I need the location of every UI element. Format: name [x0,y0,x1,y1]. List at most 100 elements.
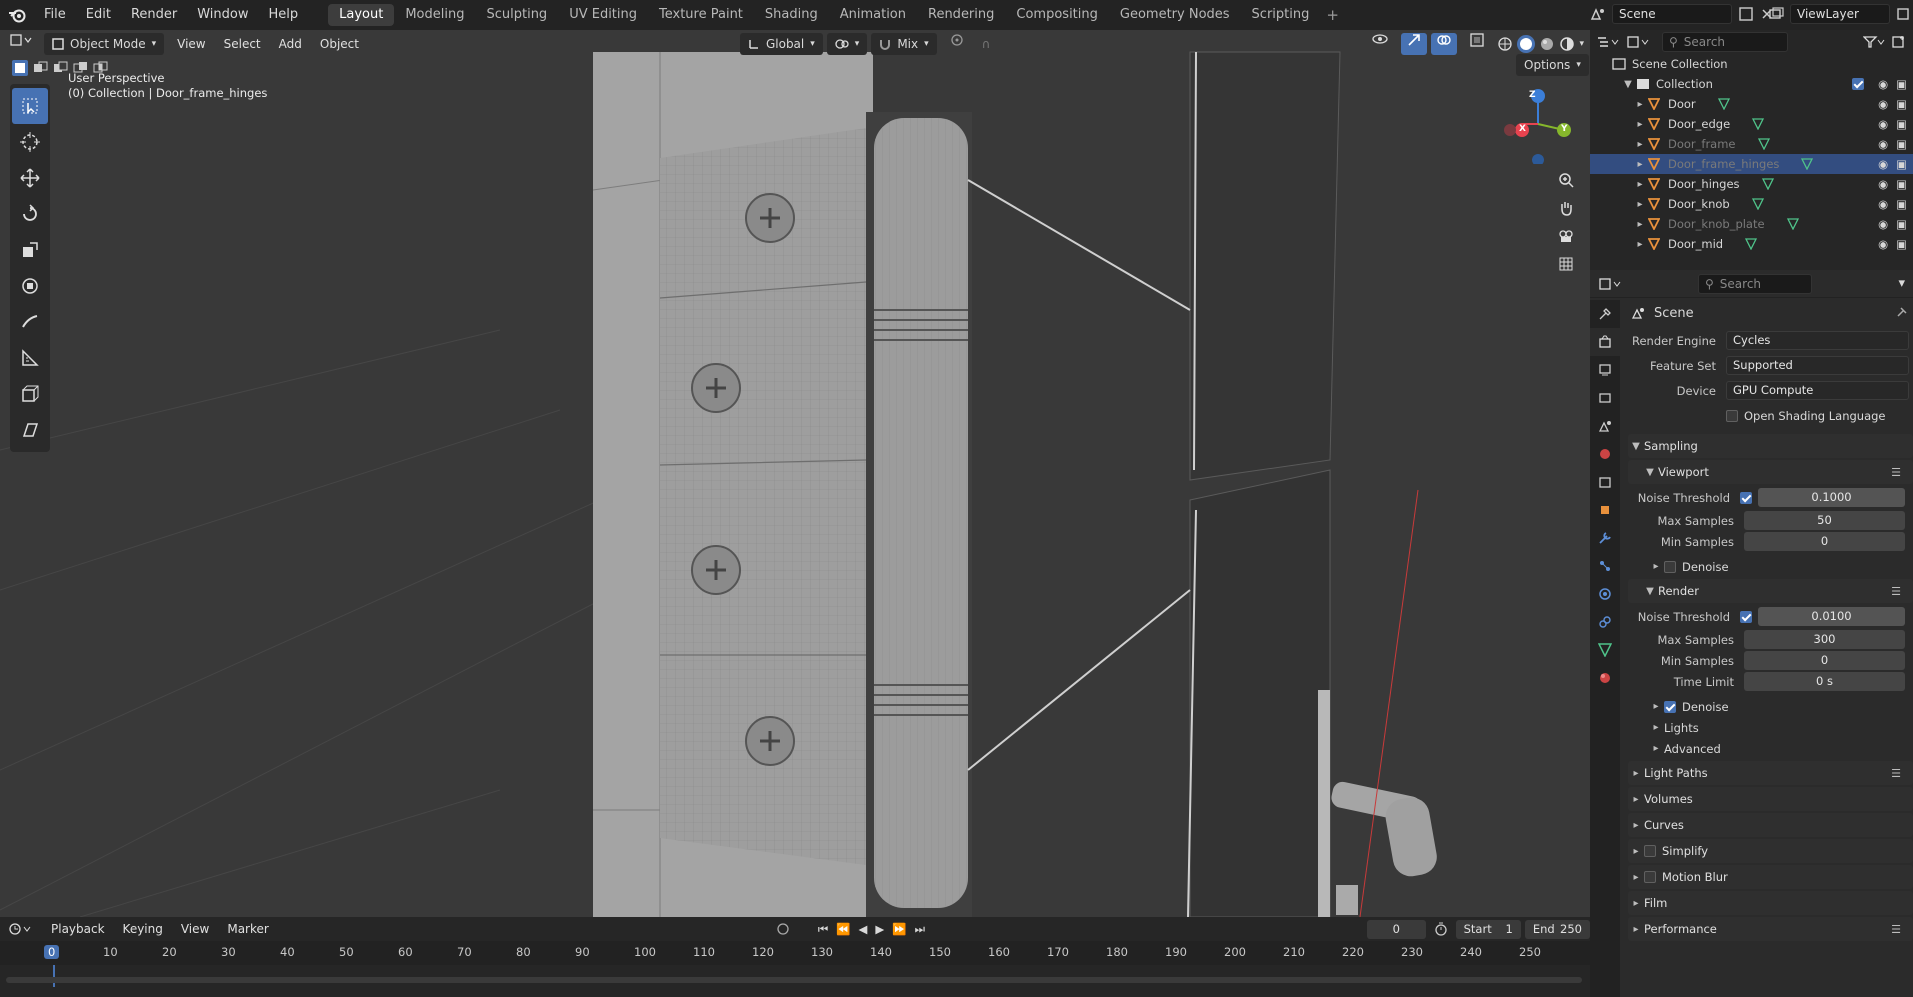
falloff-icon[interactable]: ∩ [973,33,1000,55]
annotate-tool[interactable] [10,304,50,340]
outliner-item-door-frame[interactable]: ▸ Door_frame ◉ ▣ [1590,134,1913,154]
new-view-layer-icon[interactable] [1896,7,1910,21]
measure-tool[interactable] [10,340,50,376]
viewport-denoise-row[interactable]: ▸ Denoise [1628,556,1913,577]
zoom-icon[interactable] [1552,166,1580,194]
proportional-edit-icon[interactable] [941,33,973,55]
mesh-data-icon[interactable] [1757,138,1770,150]
add-workspace-button[interactable]: + [1320,6,1345,24]
chevron-down-icon[interactable]: ▼ [1620,79,1636,90]
outliner-item-door-mid[interactable]: ▸ Door_mid ◉ ▣ [1590,234,1913,254]
properties-editor-icon[interactable] [1598,277,1624,291]
menu-window[interactable]: Window [187,0,258,30]
pin-icon[interactable] [1895,307,1907,319]
scale-tool[interactable] [10,232,50,268]
chevron-right-icon[interactable]: ▸ [1632,119,1648,130]
presets-list-icon[interactable]: ☰ [1891,923,1901,936]
properties-search-input[interactable]: ⚲ Search [1698,273,1812,294]
menu-add[interactable]: Add [270,33,311,55]
end-frame-field[interactable]: End 250 [1524,919,1590,939]
menu-view[interactable]: View [168,33,214,55]
camera-icon[interactable]: ▣ [1896,157,1907,171]
eye-icon[interactable]: ◉ [1878,157,1888,171]
viewport-max-samples-field[interactable]: 50 [1744,511,1905,530]
motion-blur-panel[interactable]: ▸ Motion Blur [1628,865,1913,889]
simplify-checkbox[interactable] [1644,845,1656,857]
viewport-subpanel-header[interactable]: ▼ Viewport ☰ [1628,460,1913,484]
camera-view-icon[interactable] [1552,222,1580,250]
viewport-min-samples-field[interactable]: 0 [1744,532,1905,551]
shading-solid-icon[interactable] [1517,35,1536,53]
eye-icon[interactable]: ◉ [1878,97,1888,111]
playback-menu[interactable]: Playback ▾ [42,918,114,958]
pivot-dropdown[interactable]: ▾ [826,33,868,55]
display-mode-icon[interactable] [1626,35,1650,49]
render-noise-field[interactable]: 0.0100 [1758,607,1905,626]
sampling-panel-header[interactable]: ▼ Sampling [1628,434,1913,458]
menu-help[interactable]: Help [259,0,309,30]
outliner-collection[interactable]: ▼ Collection ◉ ▣ [1590,74,1913,94]
camera-icon[interactable]: ▣ [1896,137,1907,151]
transform-orientation-dropdown[interactable]: Global ▾ [739,33,823,55]
physics-tab-icon[interactable] [1590,580,1620,608]
select-box-tool[interactable] [12,88,48,124]
world-tab-icon[interactable] [1590,440,1620,468]
chevron-down-icon[interactable]: ▾ [1579,39,1584,49]
menu-render[interactable]: Render [121,0,187,30]
timeline-scrollbar[interactable] [6,977,1582,983]
mesh-data-icon[interactable] [1761,178,1774,190]
tab-sculpting[interactable]: Sculpting [475,4,558,26]
outliner-item-door[interactable]: ▸ Door ◉ ▣ [1590,94,1913,114]
viewport-noise-checkbox[interactable] [1740,491,1752,504]
view-layer-tab-icon[interactable] [1590,384,1620,412]
tab-uv-editing[interactable]: UV Editing [558,4,648,26]
scene-tab-icon[interactable] [1590,412,1620,440]
xray-toggle-icon[interactable] [1461,33,1493,55]
output-tab-icon[interactable] [1590,356,1620,384]
select-extend-icon[interactable] [32,60,48,76]
view-layer-field[interactable]: ViewLayer [1790,4,1890,24]
overlays-toggle-icon[interactable] [1431,33,1458,55]
tab-texture-paint[interactable]: Texture Paint [648,4,754,26]
eye-icon[interactable]: ◉ [1878,117,1888,131]
menu-object[interactable]: Object [311,33,368,55]
viewport-denoise-checkbox[interactable] [1664,560,1676,573]
mesh-data-icon[interactable] [1751,198,1764,210]
chevron-right-icon[interactable]: ▸ [1632,179,1648,190]
render-time-limit-field[interactable]: 0 s [1744,672,1905,691]
rotate-tool[interactable] [10,196,50,232]
presets-list-icon[interactable]: ☰ [1891,767,1901,780]
simplify-panel[interactable]: ▸ Simplify [1628,839,1913,863]
tool-tab-icon[interactable] [1590,300,1620,328]
particles-tab-icon[interactable] [1590,552,1620,580]
material-tab-icon[interactable] [1590,664,1620,692]
timeline-editor-icon[interactable] [0,922,42,936]
tab-rendering[interactable]: Rendering [917,4,1005,26]
keying-menu[interactable]: Keying ▾ [114,918,172,958]
prev-keyframe-icon[interactable]: ⏪ [836,922,850,936]
tab-compositing[interactable]: Compositing [1005,4,1109,26]
render-noise-checkbox[interactable] [1740,610,1752,623]
outliner-scene-collection[interactable]: Scene Collection [1590,54,1913,74]
transform-tool[interactable] [10,268,50,304]
performance-panel[interactable]: ▸ Performance ☰ [1628,917,1913,941]
next-keyframe-icon[interactable]: ⏩ [892,922,906,936]
timeline-view-menu[interactable]: View [172,918,218,940]
mesh-data-icon[interactable] [1786,218,1799,230]
snap-dropdown[interactable]: Mix ▾ [871,33,937,55]
current-frame-field[interactable]: 0 [1366,919,1426,939]
filter-icon[interactable] [1863,35,1885,49]
shading-wireframe-icon[interactable] [1497,36,1513,52]
viewport-noise-field[interactable]: 0.1000 [1758,488,1905,507]
render-subpanel-header[interactable]: ▼ Render ☰ [1628,579,1913,603]
mesh-data-icon[interactable] [1745,238,1758,250]
tab-shading[interactable]: Shading [754,4,829,26]
feature-set-dropdown[interactable]: Supported [1726,356,1909,375]
render-denoise-checkbox[interactable] [1664,700,1676,713]
chevron-right-icon[interactable]: ▸ [1632,159,1648,170]
start-frame-field[interactable]: Start 1 [1455,919,1521,939]
outliner-search-input[interactable]: ⚲ Search [1662,32,1788,52]
menu-edit[interactable]: Edit [76,0,121,30]
new-collection-icon[interactable] [1891,35,1907,49]
chevron-right-icon[interactable]: ▸ [1632,99,1648,110]
